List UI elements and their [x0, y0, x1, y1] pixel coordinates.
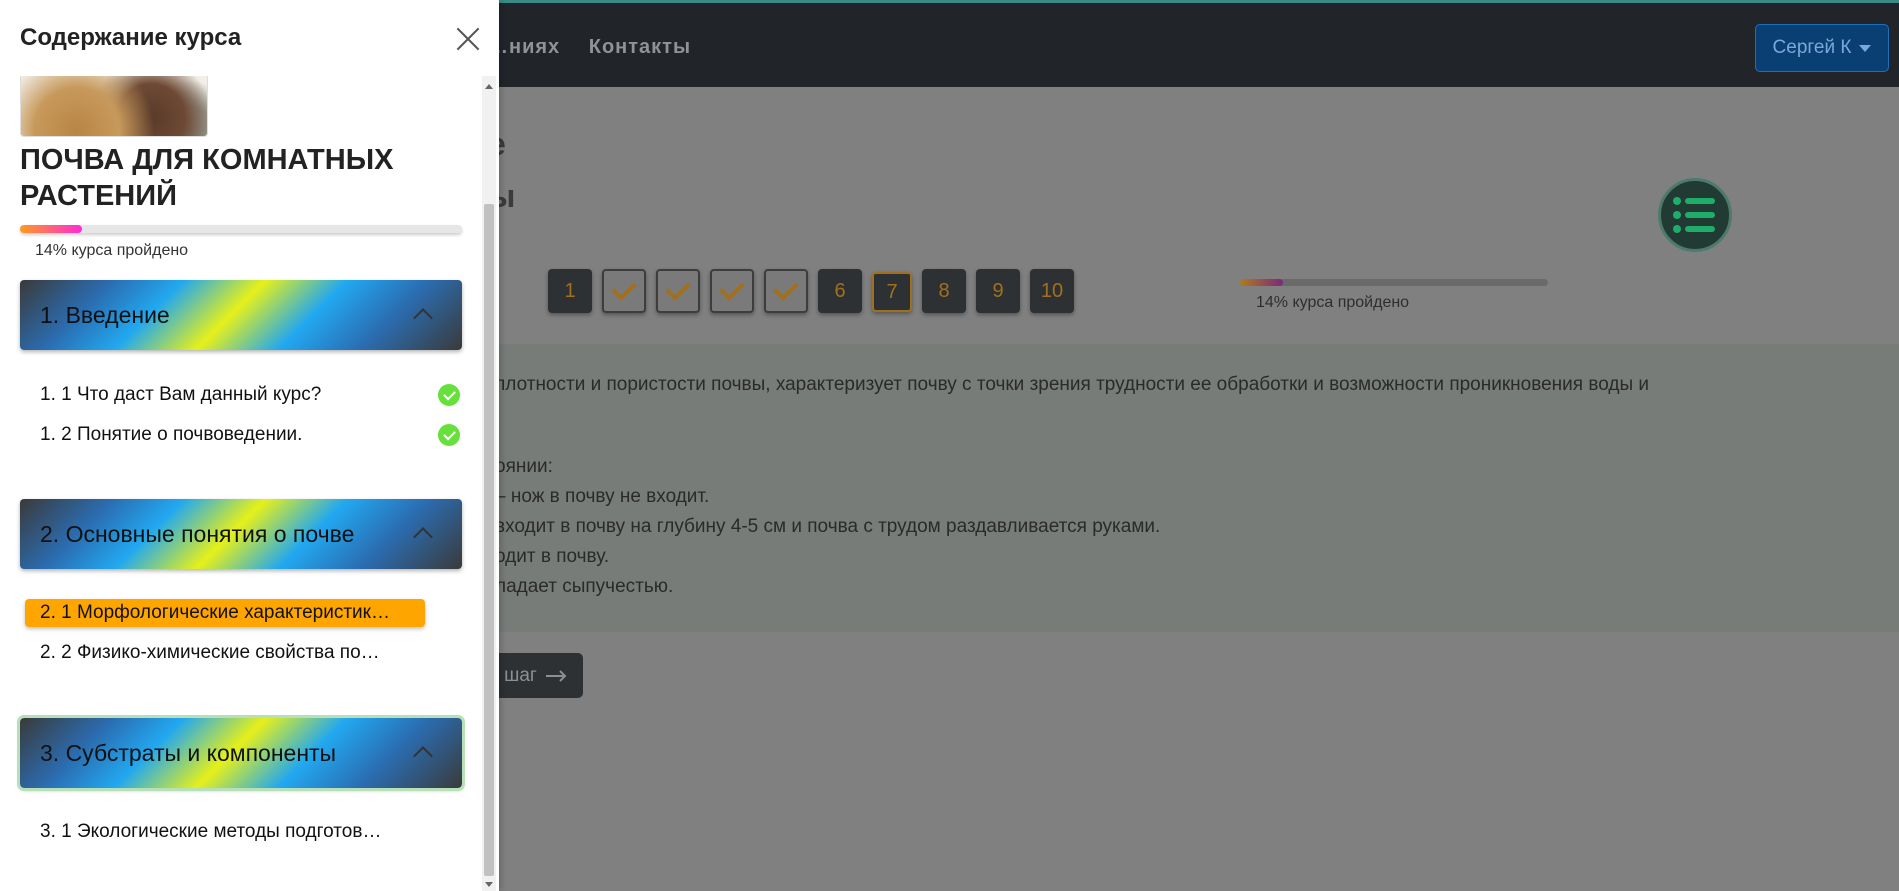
checkmark-icon	[719, 275, 745, 301]
step-button-1[interactable]: 1	[548, 269, 592, 313]
step-button-7[interactable]: 7	[872, 272, 912, 312]
lesson-label: 1. 1 Что даст Вам данный курс?	[40, 384, 322, 405]
lesson-item[interactable]: 3. 1 Экологические методы подготов…	[25, 818, 425, 846]
scroll-thumb[interactable]	[484, 204, 494, 876]
nav-link-contacts[interactable]: Контакты	[589, 36, 691, 58]
lesson-item[interactable]: 1. 2 Понятие о почвоведении.	[25, 421, 425, 449]
next-step-label: шаг	[504, 664, 537, 686]
lesson-item[interactable]: 2. 2 Физико-химические свойства по…	[25, 639, 425, 667]
section-header-3[interactable]: 3. Субстраты и компоненты	[17, 715, 465, 791]
list-icon	[1673, 197, 1715, 233]
step-button-5[interactable]	[764, 269, 808, 313]
checkmark-icon	[665, 275, 691, 301]
step-button-10[interactable]: 10	[1030, 269, 1074, 313]
lesson-label: 2. 1 Морфологические характеристик…	[40, 602, 390, 623]
sidebar-scrollbar[interactable]	[482, 76, 496, 891]
course-thumbnail	[20, 76, 208, 137]
sidebar-header: Содержание курса	[0, 0, 499, 76]
nav-links: …ниях Контакты	[488, 36, 713, 59]
content-line: ладает сыпучестью.	[495, 576, 674, 597]
step-button-3[interactable]	[656, 269, 700, 313]
scroll-up-arrow-icon[interactable]	[485, 84, 493, 89]
section-label: 1. Введение	[40, 301, 170, 328]
next-step-button[interactable]: шаг	[488, 653, 583, 698]
scroll-down-arrow-icon[interactable]	[485, 882, 493, 887]
course-progress-fill	[20, 225, 82, 233]
course-progress-text: 14% курса пройдено	[35, 242, 189, 259]
step-button-8[interactable]: 8	[922, 269, 966, 313]
checkmark-icon	[773, 275, 799, 301]
step-navigation: 1 6 7 8 9 10	[548, 269, 1074, 313]
page-progress-bar	[1240, 279, 1548, 286]
sidebar-title: Содержание курса	[20, 24, 242, 51]
section-label: 3. Субстраты и компоненты	[40, 739, 337, 766]
step-button-6[interactable]: 6	[818, 269, 862, 313]
lesson-item[interactable]: 1. 1 Что даст Вам данный курс?	[25, 381, 425, 409]
step-button-2[interactable]	[602, 269, 646, 313]
lesson-label: 2. 2 Физико-химические свойства по…	[40, 642, 380, 663]
close-icon[interactable]	[455, 26, 481, 52]
step-button-9[interactable]: 9	[976, 269, 1020, 313]
lesson-label: 1. 2 Понятие о почвоведении.	[40, 424, 303, 445]
section-header-2[interactable]: 2. Основные понятия о почве	[20, 499, 462, 569]
arrow-right-icon	[545, 669, 567, 682]
content-line: плотности и пористости почвы, характериз…	[495, 374, 1649, 395]
course-progress-bar	[20, 225, 462, 233]
check-circle-icon	[438, 384, 460, 406]
step-button-4[interactable]	[710, 269, 754, 313]
user-menu-button[interactable]: Сергей К	[1755, 24, 1889, 72]
page-progress-fill	[1240, 279, 1284, 286]
lesson-item-current[interactable]: 2. 1 Морфологические характеристик…	[25, 599, 425, 627]
checkmark-icon	[611, 275, 637, 301]
content-line: входит в почву на глубину 4-5 см и почва…	[495, 516, 1161, 537]
content-line: одит в почву.	[495, 546, 610, 567]
section-label: 2. Основные понятия о почве	[40, 520, 355, 547]
check-circle-icon	[438, 424, 460, 446]
user-name: Сергей К	[1772, 37, 1852, 58]
chevron-up-icon	[413, 308, 433, 328]
content-line: – нож в почву не входит.	[495, 486, 710, 507]
lesson-label: 3. 1 Экологические методы подготов…	[40, 821, 382, 842]
chevron-up-icon	[413, 746, 433, 766]
course-title: ПОЧВА ДЛЯ КОМНАТНЫХ РАСТЕНИЙ	[20, 144, 394, 212]
chevron-up-icon	[413, 527, 433, 547]
section-header-1[interactable]: 1. Введение	[20, 280, 462, 350]
content-line: оянии:	[495, 456, 553, 477]
page-progress-text: 14% курса пройдено	[1256, 294, 1410, 311]
course-contents-sidebar: Содержание курса ПОЧВА ДЛЯ КОМНАТНЫХ РАС…	[0, 0, 499, 891]
caret-down-icon	[1859, 44, 1872, 52]
course-menu-button[interactable]	[1658, 178, 1732, 252]
sidebar-body: ПОЧВА ДЛЯ КОМНАТНЫХ РАСТЕНИЙ 14% курса п…	[0, 76, 480, 891]
lesson-content: плотности и пористости почвы, характериз…	[488, 344, 1899, 632]
